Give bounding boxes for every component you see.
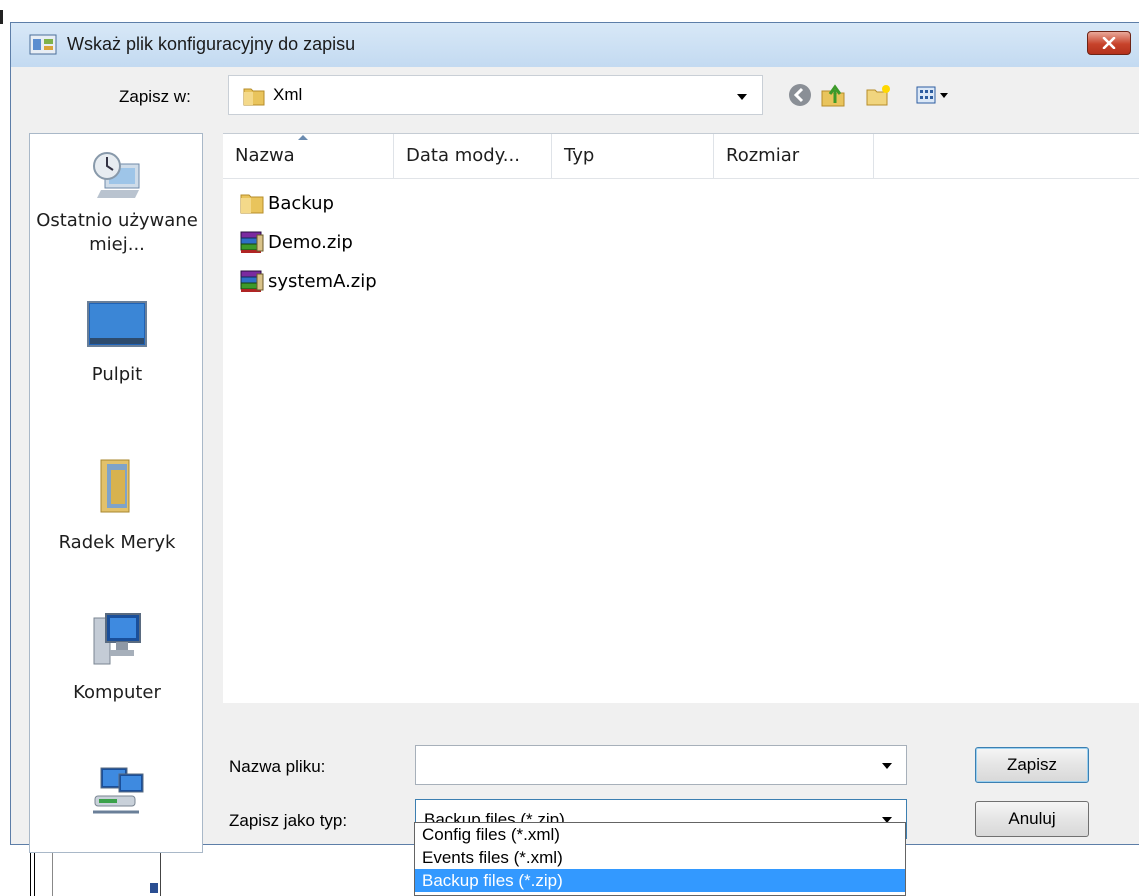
folder-icon [243,88,265,106]
zip-archive-icon [240,270,264,292]
place-recent[interactable]: Ostatnio używane miej... [30,148,202,257]
filetype-label: Zapisz jako typ: [229,811,348,830]
place-network[interactable] [30,766,202,827]
filetype-dropdown-list[interactable]: Config files (*.xml) Events files (*.xml… [414,822,906,896]
list-item[interactable]: systemA.zip [239,262,377,300]
place-label: Pulpit [91,364,143,385]
column-name[interactable]: Nazwa [223,134,394,178]
place-computer[interactable]: Komputer [30,612,202,705]
save-in-combo[interactable]: Xml [228,75,763,115]
place-label: Ostatnio używane miej... [36,210,198,255]
filetype-option[interactable]: Events files (*.xml) [415,846,905,869]
filename-label: Nazwa pliku: [229,757,326,776]
place-label: Komputer [73,682,161,703]
file-name: Demo.zip [268,231,353,253]
filetype-option-selected[interactable]: Backup files (*.zip) [415,869,905,892]
sort-ascending-icon [298,135,308,140]
place-user[interactable]: Radek Meryk [30,456,202,555]
file-name: systemA.zip [268,270,377,292]
computer-icon [93,613,141,665]
chevron-down-icon[interactable] [737,94,747,100]
chevron-down-icon[interactable] [882,763,892,769]
save-in-label: Zapisz w: [119,87,191,106]
column-header: Nazwa Data mody... Typ Rozmiar [223,134,1139,179]
column-date-modified[interactable]: Data mody... [394,134,552,178]
recent-places-icon [93,152,140,198]
up-folder-icon[interactable] [819,81,847,109]
new-folder-icon[interactable] [865,81,893,109]
app-icon [29,34,57,55]
view-menu-icon[interactable] [915,81,955,109]
list-item[interactable]: Demo.zip [239,223,353,261]
back-icon[interactable] [786,81,814,109]
desktop-icon [87,301,147,347]
column-type[interactable]: Typ [552,134,714,178]
cancel-button[interactable]: Anuluj [975,801,1089,837]
folder-icon [240,194,264,214]
filetype-option[interactable]: Config files (*.xml) [415,823,905,846]
dialog-title: Wskaż plik konfiguracyjny do zapisu [67,34,356,54]
close-icon [1102,37,1116,49]
file-list[interactable]: Nazwa Data mody... Typ Rozmiar Backup De… [223,133,1139,703]
title-bar[interactable]: Wskaż plik konfiguracyjny do zapisu [11,23,1139,67]
column-size[interactable]: Rozmiar [714,134,874,178]
file-name: Backup [268,192,334,214]
network-icon [93,767,144,814]
save-dialog: Wskaż plik konfiguracyjny do zapisu Zapi… [10,22,1139,853]
filename-input[interactable] [415,745,907,785]
user-folder-icon [100,459,130,513]
close-button[interactable] [1087,31,1131,55]
background-window-edge [0,0,3,896]
places-bar: Ostatnio używane miej... Pulpit Radek Me… [29,133,203,853]
place-desktop[interactable]: Pulpit [30,300,202,387]
list-item[interactable]: Backup [239,184,334,222]
dialog-body: Zapisz w: Xml Ostatnio używane miej... P… [11,67,1139,853]
zip-archive-icon [240,231,264,253]
save-in-value: Xml [273,85,303,104]
save-button[interactable]: Zapisz [975,747,1089,783]
place-label: Radek Meryk [58,532,176,553]
